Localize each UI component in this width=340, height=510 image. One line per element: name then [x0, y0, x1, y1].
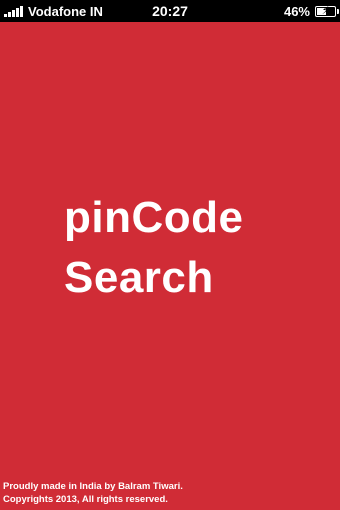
status-bar: Vodafone IN 20:27 46% ⚡: [0, 0, 340, 22]
splash-screen: pinCode Search Proudly made in India by …: [0, 22, 340, 510]
app-title-line-1: pinCode: [64, 193, 244, 242]
footer-copyright: Copyrights 2013, All rights reserved.: [3, 494, 168, 505]
status-right: 46% ⚡: [283, 0, 339, 22]
app-screen: Vodafone IN 20:27 46% ⚡ pinCode Search P…: [0, 0, 340, 510]
battery-charging-icon: ⚡: [315, 4, 339, 17]
battery-percent: 46%: [283, 3, 310, 19]
app-title-line-2: Search: [64, 253, 214, 302]
charging-bolt-icon: ⚡: [321, 4, 330, 17]
splash-footer: Proudly made in India by Balram Tiwari. …: [3, 480, 183, 506]
footer-credit: Proudly made in India by Balram Tiwari.: [3, 481, 183, 492]
app-title: pinCode Search: [64, 188, 243, 308]
